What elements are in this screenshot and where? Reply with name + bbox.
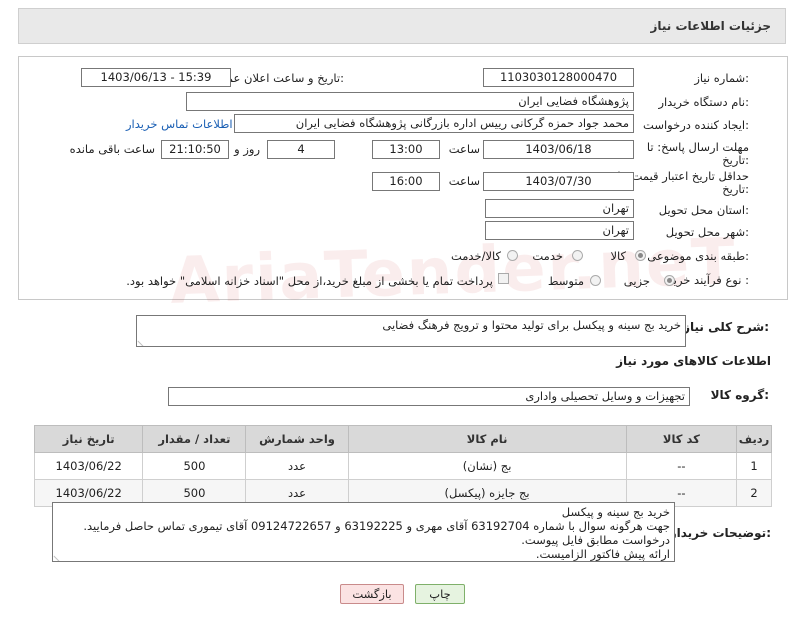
city-field: تهران bbox=[485, 221, 634, 240]
category-option-both: کالا/خدمت bbox=[450, 249, 501, 263]
process-option-medium: متوسط bbox=[547, 274, 584, 288]
deadline-label-2: تاریخ: bbox=[722, 153, 749, 167]
days-field: 4 bbox=[267, 140, 335, 159]
col-code: کد کالا bbox=[625, 425, 738, 453]
deadline-label: مهلت ارسال پاسخ: تا bbox=[646, 140, 749, 154]
cell-code: -- bbox=[625, 452, 738, 480]
creator-field: محمد جواد حمزه گرکانی رییس اداره بازرگان… bbox=[234, 114, 634, 133]
category-option-goods: کالا bbox=[610, 249, 626, 263]
buyer-notes-line: جهت هرگونه سوال با شماره 63192704 آقای م… bbox=[83, 519, 670, 533]
cell-name: بج (نشان) bbox=[347, 452, 627, 480]
validity-label: حداقل تاریخ اعتبار قیمت: تا bbox=[617, 169, 749, 183]
validity-date-field: 1403/07/30 bbox=[483, 172, 634, 191]
treasury-payment-note: پرداخت تمام یا بخشی از مبلغ خرید،از محل … bbox=[126, 274, 493, 288]
page-header: جزئیات اطلاعات نیاز bbox=[18, 8, 786, 44]
cell-row: 1 bbox=[736, 452, 772, 480]
page-title: جزئیات اطلاعات نیاز bbox=[650, 19, 771, 33]
city-label: شهر محل تحویل: bbox=[665, 225, 749, 239]
col-row: ردیف bbox=[736, 425, 772, 453]
process-radio-minor[interactable] bbox=[664, 275, 675, 286]
deadline-time-field: 13:00 bbox=[372, 140, 440, 159]
validity-time-label: ساعت bbox=[448, 174, 480, 188]
buyer-org-field: پژوهشگاه فضایی ایران bbox=[186, 92, 634, 111]
back-button[interactable]: بازگشت bbox=[340, 584, 404, 604]
buyer-notes-textarea[interactable]: خرید بج سینه و پیکسل جهت هرگونه سوال با … bbox=[52, 502, 675, 562]
category-option-service: خدمت bbox=[532, 249, 563, 263]
summary-text: خرید بج سینه و پیکسل برای تولید محتوا و … bbox=[382, 318, 681, 332]
remaining-label: ساعت باقی مانده bbox=[69, 142, 155, 156]
summary-label: شرح کلی نیاز: bbox=[683, 320, 769, 334]
process-option-minor: جزیی bbox=[623, 274, 650, 288]
remaining-time-field: 21:10:50 bbox=[161, 140, 229, 159]
goods-section-title: اطلاعات کالاهای مورد نیاز bbox=[616, 354, 771, 368]
need-number-field: 1103030128000470 bbox=[483, 68, 634, 87]
goods-table-header: ردیف کد کالا نام کالا واحد شمارش تعداد /… bbox=[33, 425, 772, 453]
province-label: استان محل تحویل: bbox=[658, 203, 749, 217]
cell-unit: عدد bbox=[245, 452, 349, 480]
need-number-label: شماره نیاز: bbox=[694, 71, 749, 85]
process-label: نوع فرآیند خرید : bbox=[667, 273, 749, 287]
table-row: 1 -- بج (نشان) عدد 500 1403/06/22 bbox=[33, 452, 772, 480]
goods-group-field: تجهیزات و وسایل تحصیلی واداری bbox=[168, 387, 690, 406]
buyer-org-label: نام دستگاه خریدار: bbox=[658, 95, 749, 109]
validity-label-2: تاریخ: bbox=[722, 182, 749, 196]
category-radio-service[interactable] bbox=[572, 250, 583, 261]
print-button[interactable]: چاپ bbox=[415, 584, 465, 604]
province-field: تهران bbox=[485, 199, 634, 218]
goods-table: ردیف کد کالا نام کالا واحد شمارش تعداد /… bbox=[33, 425, 772, 507]
col-unit: واحد شمارش bbox=[245, 425, 349, 453]
deadline-time-label: ساعت bbox=[448, 142, 480, 156]
cell-date: 1403/06/22 bbox=[33, 452, 144, 480]
col-name: نام کالا bbox=[347, 425, 627, 453]
buyer-notes-line: خرید بج سینه و پیکسل bbox=[561, 505, 670, 519]
announce-field: 1403/06/13 - 15:39 bbox=[81, 68, 231, 87]
category-label: طبقه بندی موضوعی: bbox=[647, 249, 749, 263]
col-date: تاریخ نیاز bbox=[33, 425, 144, 453]
treasury-payment-checkbox[interactable] bbox=[498, 273, 509, 284]
goods-group-label: گروه کالا: bbox=[710, 388, 769, 402]
days-label: روز و bbox=[234, 142, 260, 156]
buyer-contact-link[interactable]: اطلاعات تماس خریدار bbox=[126, 117, 233, 131]
cell-row: 2 bbox=[736, 479, 772, 507]
col-qty: تعداد / مقدار bbox=[142, 425, 247, 453]
buyer-notes-label: توضیحات خریدار: bbox=[669, 526, 771, 540]
buyer-notes-line: ارائه پیش فاکتور الزامیست. bbox=[535, 547, 670, 561]
category-radio-both[interactable] bbox=[507, 250, 518, 261]
creator-label: ایجاد کننده درخواست: bbox=[643, 118, 749, 132]
process-radio-medium[interactable] bbox=[590, 275, 601, 286]
summary-textarea[interactable]: خرید بج سینه و پیکسل برای تولید محتوا و … bbox=[136, 315, 686, 347]
deadline-date-field: 1403/06/18 bbox=[483, 140, 634, 159]
buyer-notes-line: درخواست مطابق فایل پیوست. bbox=[521, 533, 670, 547]
cell-qty: 500 bbox=[142, 452, 247, 480]
category-radio-goods[interactable] bbox=[635, 250, 646, 261]
resize-grip-icon bbox=[137, 334, 150, 346]
validity-time-field: 16:00 bbox=[372, 172, 440, 191]
